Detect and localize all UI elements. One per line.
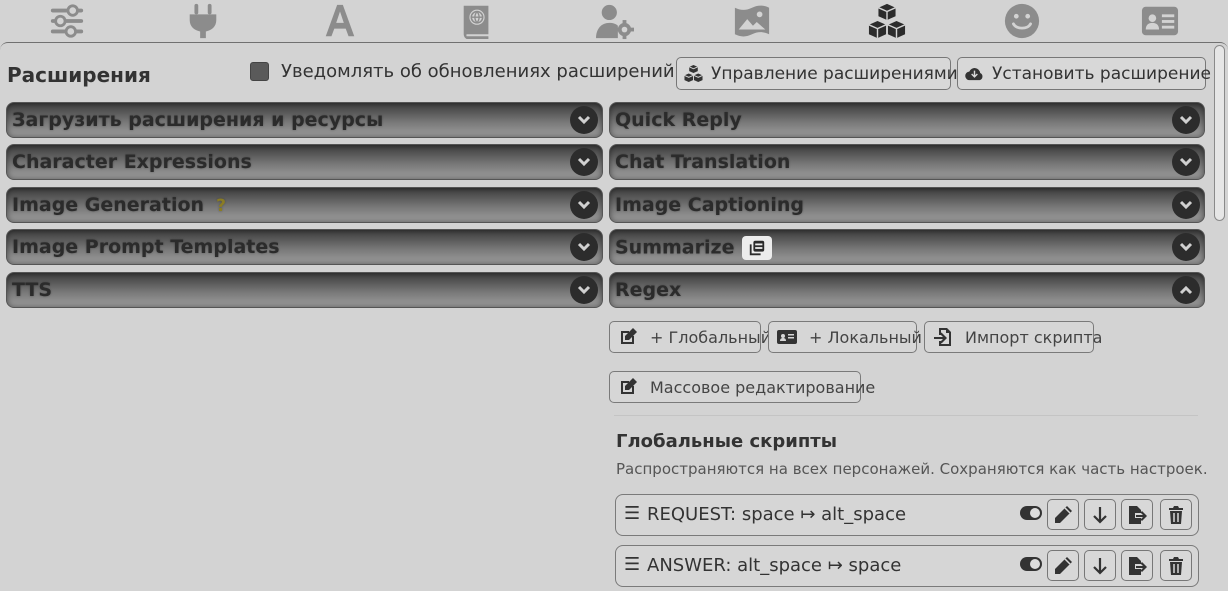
drawer-label-text: Summarize: [615, 236, 735, 259]
notify-updates-label: Уведомлять об обновлениях расширений: [281, 61, 675, 82]
install-extension-button[interactable]: Установить расширение: [957, 57, 1211, 90]
copy-icon[interactable]: [742, 236, 773, 260]
drawer-label-text: Image Generation: [12, 194, 205, 216]
file-export-icon: [1129, 505, 1147, 524]
image-icon[interactable]: [732, 2, 772, 40]
drawer-label: Quick Reply: [615, 109, 742, 131]
file-import-icon: [934, 328, 951, 346]
drawer-label: Image Captioning: [615, 194, 804, 216]
manage-extensions-button[interactable]: Управление расширениями: [676, 57, 958, 90]
export-script-button[interactable]: [1121, 499, 1153, 530]
add-global-label: + Глобальный: [650, 327, 772, 347]
drawer-label: Image Prompt Templates: [12, 236, 280, 258]
id-card-icon[interactable]: [1140, 2, 1180, 40]
add-local-label: + Локальный: [809, 327, 922, 347]
user-gear-icon[interactable]: [595, 2, 635, 40]
id-card-icon: [777, 330, 797, 344]
drawer-label: Загрузить расширения и ресурсы: [12, 109, 384, 131]
bulk-edit-label: Массовое редактирование: [650, 377, 876, 397]
sliders-icon[interactable]: [47, 2, 87, 40]
edit-icon: [621, 328, 637, 344]
import-script-button[interactable]: Импорт скрипта: [924, 321, 1102, 353]
drawer-label: Image Generation?: [12, 194, 226, 216]
install-extension-label: Установить расширение: [992, 63, 1211, 84]
trash-icon: [1169, 556, 1183, 575]
move-down-button[interactable]: [1084, 499, 1116, 530]
drawer-tts[interactable]: TTS: [6, 272, 603, 308]
chevron-down-icon[interactable]: [570, 276, 598, 304]
notify-updates-checkbox[interactable]: [250, 62, 269, 81]
drawer-label: Chat Translation: [615, 151, 791, 173]
chevron-down-icon[interactable]: [570, 106, 598, 134]
delete-script-button[interactable]: [1160, 550, 1192, 581]
arrow-down-icon: [1093, 506, 1107, 524]
drawer-character-expressions[interactable]: Character Expressions: [6, 144, 603, 180]
edit-script-button[interactable]: [1047, 499, 1079, 530]
chevron-down-icon[interactable]: [1172, 233, 1200, 261]
cloud-download-icon: [965, 68, 983, 81]
add-local-script-button[interactable]: + Локальный: [768, 321, 922, 353]
delete-script-button[interactable]: [1160, 499, 1192, 530]
page-title: Расширения: [7, 63, 151, 87]
chevron-up-icon[interactable]: [1172, 276, 1200, 304]
manage-extensions-label: Управление расширениями: [711, 63, 958, 84]
plug-icon[interactable]: [183, 2, 223, 40]
global-scripts-title: Глобальные скрипты: [616, 431, 838, 452]
trash-icon: [1169, 505, 1183, 524]
export-script-button[interactable]: [1121, 550, 1153, 581]
script-name: ANSWER: alt_space ↦ space: [647, 555, 902, 576]
drawer-regex[interactable]: Regex: [609, 272, 1205, 308]
import-script-label: Импорт скрипта: [965, 327, 1103, 347]
chevron-down-icon[interactable]: [1172, 148, 1200, 176]
help-icon[interactable]: ?: [216, 196, 226, 216]
drawer-chat-translation[interactable]: Chat Translation: [609, 144, 1205, 180]
drawer-label: Regex: [615, 279, 682, 301]
drawer-image-captioning[interactable]: Image Captioning: [609, 187, 1205, 223]
book-globe-icon[interactable]: [457, 2, 497, 40]
notify-updates-option[interactable]: Уведомлять об обновлениях расширений: [250, 61, 675, 82]
drawer-image-prompt-templates[interactable]: Image Prompt Templates: [6, 229, 603, 265]
top-nav: [0, 0, 1228, 42]
script-enabled-toggle[interactable]: [1020, 557, 1042, 571]
drawer-summarize[interactable]: Summarize: [609, 229, 1205, 265]
bulk-edit-button[interactable]: Массовое редактирование: [609, 371, 875, 403]
drawer-label: TTS: [12, 279, 53, 301]
cubes-icon: [684, 64, 703, 83]
drawer-download-extensions[interactable]: Загрузить расширения и ресурсы: [6, 102, 603, 138]
drag-handle-icon[interactable]: ☰: [624, 554, 640, 575]
global-scripts-description: Распространяются на всех персонажей. Сох…: [616, 460, 1208, 478]
file-export-icon: [1129, 556, 1147, 575]
pencil-icon: [1055, 505, 1072, 523]
script-enabled-toggle[interactable]: [1020, 506, 1042, 520]
scrollbar[interactable]: [1214, 45, 1225, 221]
chevron-down-icon[interactable]: [570, 191, 598, 219]
cubes-icon[interactable]: [867, 2, 907, 40]
arrow-down-icon: [1093, 557, 1107, 575]
chevron-down-icon[interactable]: [570, 148, 598, 176]
chevron-down-icon[interactable]: [1172, 191, 1200, 219]
smiley-icon[interactable]: [1002, 2, 1042, 40]
chevron-down-icon[interactable]: [570, 233, 598, 261]
script-name: REQUEST: space ↦ alt_space: [647, 504, 907, 525]
drag-handle-icon[interactable]: ☰: [624, 503, 640, 524]
edit-script-button[interactable]: [1047, 550, 1079, 581]
pencil-icon: [1055, 556, 1072, 574]
add-global-script-button[interactable]: + Глобальный: [609, 321, 771, 353]
chevron-down-icon[interactable]: [1172, 106, 1200, 134]
drawer-image-generation[interactable]: Image Generation?: [6, 187, 603, 223]
script-row[interactable]: ☰ REQUEST: space ↦ alt_space: [615, 494, 1199, 536]
extensions-panel: Расширения Уведомлять об обновлениях рас…: [0, 42, 1228, 591]
script-row[interactable]: ☰ ANSWER: alt_space ↦ space: [615, 545, 1199, 587]
divider: [614, 415, 1198, 416]
font-icon[interactable]: [320, 2, 360, 40]
move-down-button[interactable]: [1084, 550, 1116, 581]
drawer-quick-reply[interactable]: Quick Reply: [609, 102, 1205, 138]
drawer-label: Summarize: [615, 236, 773, 260]
drawer-label: Character Expressions: [12, 151, 252, 173]
edit-icon: [621, 378, 637, 394]
